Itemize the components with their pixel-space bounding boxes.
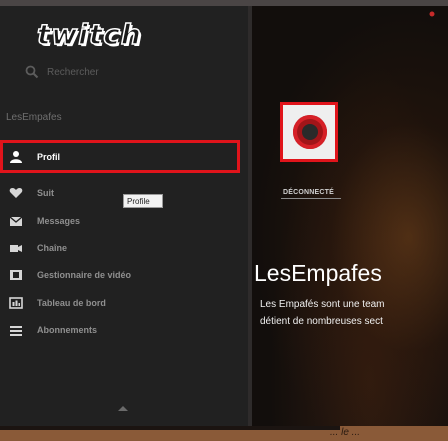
search-input[interactable]: Rechercher (47, 67, 99, 78)
search-icon (25, 65, 39, 79)
description-line: détient de nombreuses sect (260, 316, 383, 327)
channel-banner (252, 6, 448, 426)
sidebar-item-label: Suit (37, 188, 54, 198)
sidebar-item-abonnements[interactable]: Abonnements (0, 317, 240, 343)
description-line: Les Empafés sont une team (260, 299, 385, 310)
twitch-logo[interactable]: twitch (36, 17, 142, 52)
heart-icon (9, 188, 23, 198)
sidebar-section-username: LesEmpafes (6, 112, 62, 123)
channel-description: Les Empafés sont une team détient de nom… (260, 296, 448, 330)
status-divider (281, 198, 341, 199)
status-badge: DÉCONNECTÉ (283, 189, 335, 196)
tooltip: Profile (123, 194, 163, 208)
bottom-text: ... le ... (330, 427, 361, 438)
sidebar-item-label: Tableau de bord (37, 298, 106, 308)
list-icon (10, 326, 22, 336)
highlight-annotation (0, 140, 240, 173)
dashboard-icon (9, 297, 23, 309)
sidebar-item-suit[interactable]: Suit (0, 180, 240, 206)
sidebar-item-label: Gestionnaire de vidéo (37, 270, 132, 280)
sidebar-item-label: Abonnements (37, 325, 98, 335)
chevron-up-icon[interactable] (117, 404, 129, 412)
sidebar-item-tableau-de-bord[interactable]: Tableau de bord (0, 290, 240, 316)
sidebar-item-messages[interactable]: Messages (0, 208, 240, 234)
camera-icon (10, 245, 22, 252)
channel-avatar[interactable] (280, 102, 338, 162)
channel-title: LesEmpafes (254, 260, 382, 286)
sidebar-item-label: Chaîne (37, 243, 68, 253)
avatar (293, 115, 327, 149)
search-bar[interactable]: Rechercher (25, 62, 175, 82)
mail-icon (9, 216, 23, 226)
sidebar-item-label: Messages (37, 216, 81, 226)
bottom-strip (0, 426, 448, 441)
film-icon (10, 270, 22, 280)
corner-marker-icon (429, 11, 435, 17)
sidebar-item-gestionnaire-de-video[interactable]: Gestionnaire de vidéo (0, 262, 240, 288)
sidebar-item-chaine[interactable]: Chaîne (0, 235, 240, 261)
